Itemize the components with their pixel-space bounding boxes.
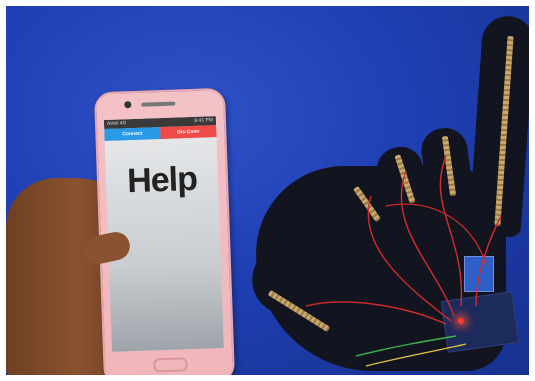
wire <box>400 170 455 317</box>
wire <box>365 343 467 367</box>
wire <box>475 215 502 307</box>
wire <box>305 301 447 325</box>
photo: Airtel 4G 9:41 PM Connect Dis-Conn Help <box>6 6 529 375</box>
wire <box>385 203 487 267</box>
wires <box>305 155 502 367</box>
wire <box>367 195 452 322</box>
wire <box>355 335 457 357</box>
wire <box>439 155 463 307</box>
